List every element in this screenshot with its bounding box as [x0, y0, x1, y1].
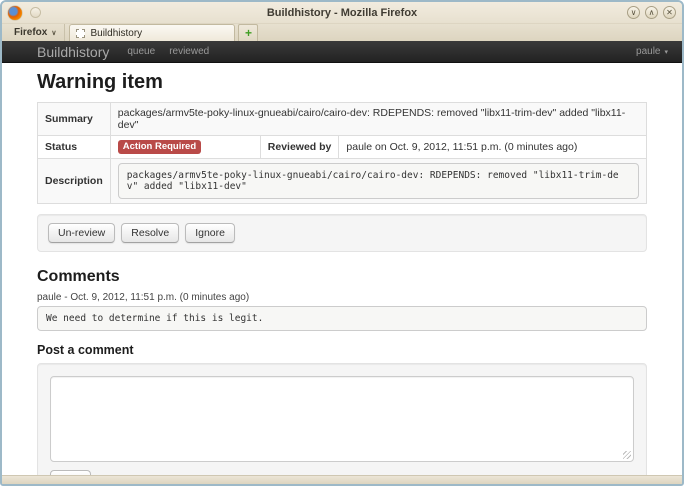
resolve-button[interactable]: Resolve — [121, 223, 179, 243]
chevron-down-icon: ∨ — [51, 29, 56, 37]
titlebar[interactable]: Buildhistory - Mozilla Firefox ∨ ∧ ✕ — [2, 2, 682, 24]
navbar-brand[interactable]: Buildhistory — [37, 44, 109, 60]
actions-well: Un-review Resolve Ignore — [37, 214, 647, 252]
description-code: packages/armv5te-poky-linux-gnueabi/cair… — [118, 163, 639, 199]
user-menu[interactable]: paule ▾ — [636, 46, 668, 57]
status-value-cell: Action Required — [110, 136, 260, 159]
comment-textarea-wrap — [50, 376, 634, 462]
page-content: Warning item Summary packages/armv5te-po… — [2, 63, 682, 475]
list-item: paule - Oct. 9, 2012, 11:51 p.m. (0 minu… — [37, 292, 647, 331]
table-row-summary: Summary packages/armv5te-poky-linux-gnue… — [38, 103, 647, 136]
maximize-window-icon[interactable]: ∧ — [645, 6, 658, 19]
new-tab-button[interactable]: + — [238, 24, 258, 41]
firefox-window: Buildhistory - Mozilla Firefox ∨ ∧ ✕ Fir… — [0, 0, 684, 486]
status-label: Status — [38, 136, 111, 159]
tab-buildhistory[interactable]: Buildhistory — [69, 24, 235, 41]
ignore-button[interactable]: Ignore — [185, 223, 235, 243]
user-menu-label: paule — [636, 46, 660, 57]
tab-strip: Firefox ∨ Buildhistory + — [2, 24, 682, 41]
summary-label: Summary — [38, 103, 111, 136]
window-bottom-frame — [2, 475, 682, 484]
summary-value: packages/armv5te-poky-linux-gnueabi/cair… — [110, 103, 646, 136]
tab-title: Buildhistory — [90, 28, 142, 39]
comments-heading: Comments — [37, 268, 647, 286]
plus-icon: + — [245, 26, 252, 40]
reviewed-by-value: paule on Oct. 9, 2012, 11:51 p.m. (0 min… — [339, 136, 647, 159]
description-label: Description — [38, 159, 111, 204]
table-row-status: Status Action Required Reviewed by paule… — [38, 136, 647, 159]
window-controls: ∨ ∧ ✕ — [627, 6, 676, 19]
nav-link-queue[interactable]: queue — [127, 46, 155, 57]
window-title: Buildhistory - Mozilla Firefox — [2, 7, 682, 19]
comment-text: We need to determine if this is legit. — [37, 306, 647, 331]
comment-input[interactable] — [50, 376, 634, 462]
table-row-description: Description packages/armv5te-poky-linux-… — [38, 159, 647, 204]
firefox-menu-label: Firefox — [14, 27, 47, 38]
post-comment-heading: Post a comment — [37, 343, 647, 357]
shade-window-icon[interactable]: ∨ — [627, 6, 640, 19]
firefox-menu-button[interactable]: Firefox ∨ — [6, 24, 65, 41]
page-title: Warning item — [37, 71, 647, 94]
comment-meta: paule - Oct. 9, 2012, 11:51 p.m. (0 minu… — [37, 292, 647, 303]
browser-viewport: Buildhistory queue reviewed paule ▾ Warn… — [2, 41, 682, 475]
nav-link-reviewed[interactable]: reviewed — [169, 46, 209, 57]
app-navbar: Buildhistory queue reviewed paule ▾ — [2, 41, 682, 63]
favicon-placeholder-icon — [76, 29, 85, 38]
unreview-button[interactable]: Un-review — [48, 223, 115, 243]
reviewed-by-label: Reviewed by — [260, 136, 339, 159]
warning-details-table: Summary packages/armv5te-poky-linux-gnue… — [37, 102, 647, 204]
post-comment-well: Post — [37, 363, 647, 475]
close-window-icon[interactable]: ✕ — [663, 6, 676, 19]
status-badge: Action Required — [118, 140, 201, 154]
description-value-cell: packages/armv5te-poky-linux-gnueabi/cair… — [110, 159, 646, 204]
caret-down-icon: ▾ — [664, 48, 668, 56]
